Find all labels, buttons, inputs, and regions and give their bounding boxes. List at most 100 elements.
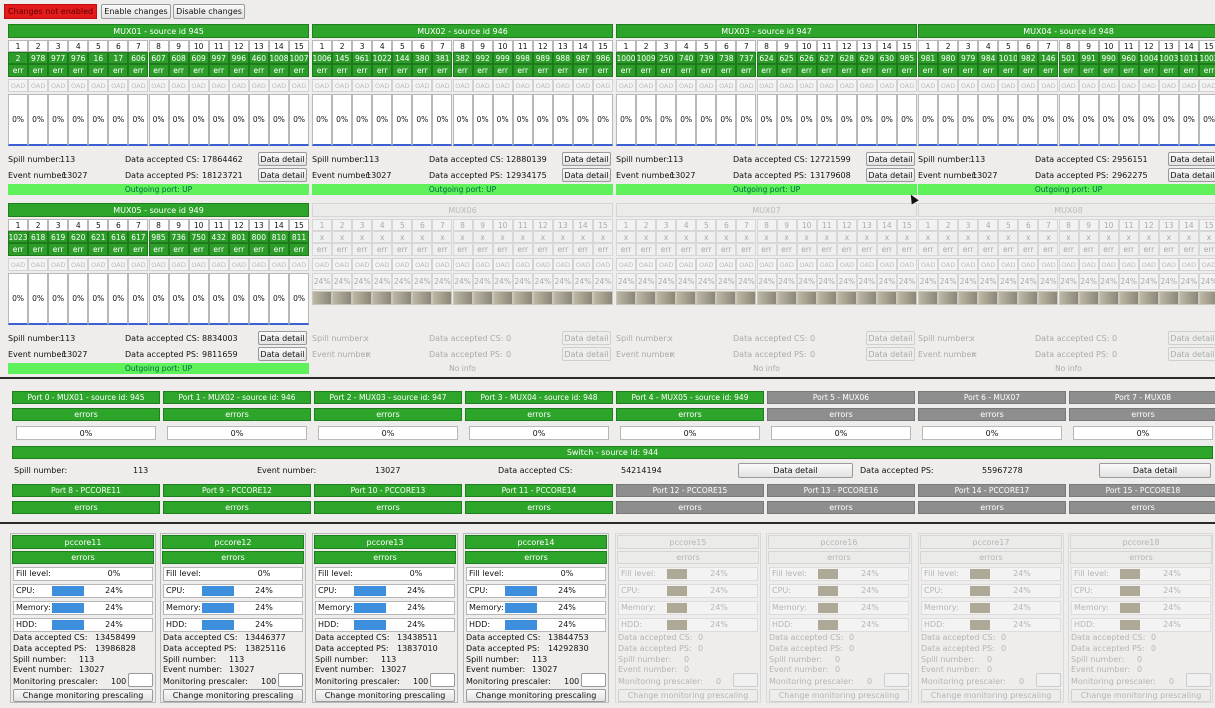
- mux-channel-header: 5: [696, 219, 717, 231]
- pccore-prescaler-label: Monitoring prescaler:: [921, 677, 1006, 686]
- mux-channel-load-percent: 0%: [572, 94, 593, 146]
- mux-data-detail-button[interactable]: Data detail: [1168, 331, 1215, 345]
- pccore-prescaler-input[interactable]: [430, 673, 455, 687]
- mux-channel-source-id: 626: [796, 52, 817, 64]
- mux-channel-load-percent: 24%: [716, 273, 737, 290]
- mux-channel-load-percent: 0%: [289, 94, 310, 146]
- change-monitoring-prescaling-button[interactable]: Change monitoring prescaling: [1071, 689, 1211, 702]
- mux-data-detail-button[interactable]: Data detail: [562, 347, 611, 361]
- pccore-prescaler-input[interactable]: [884, 673, 909, 687]
- mux-channel-load-percent: 0%: [593, 94, 614, 146]
- mux-channel-header: 14: [1178, 219, 1199, 231]
- pccore-ps-value: 0: [698, 644, 704, 653]
- change-monitoring-prescaling-button[interactable]: Change monitoring prescaling: [618, 689, 758, 702]
- pccore-panel: pccore17 errors Fill level: 24% CPU: 24% Memor…: [918, 533, 1064, 703]
- switch-data-detail-button[interactable]: Data detail: [738, 463, 853, 478]
- pccore-spill-label: Spill number:: [769, 655, 823, 664]
- pccore-fill-level-value: 24%: [1163, 569, 1181, 578]
- mux-channel-header: 12: [1138, 219, 1159, 231]
- mux-channel-header: 11: [208, 219, 229, 231]
- mux-data-detail-button[interactable]: Data detail: [258, 347, 307, 361]
- mux-channel-header: 4: [68, 219, 89, 231]
- mux-data-detail-button[interactable]: Data detail: [562, 168, 611, 182]
- mux-data-detail-button[interactable]: Data detail: [1168, 168, 1215, 182]
- mux-data-detail-button[interactable]: Data detail: [866, 152, 915, 166]
- mux-channel-load-label: OAD: [1038, 79, 1059, 92]
- mux-channel-source-id: 981: [918, 52, 939, 64]
- mux-channel-source-id: 998: [512, 52, 533, 64]
- pccore-cpu-bar: [818, 586, 838, 596]
- pccore-prescaler-input[interactable]: [581, 673, 606, 687]
- mux-channel-load-label: OAD: [856, 79, 877, 92]
- mux-data-detail-button[interactable]: Data detail: [562, 331, 611, 345]
- switch-port-title: Port 2 - MUX03 - source id: 947: [314, 391, 462, 404]
- change-monitoring-prescaling-button[interactable]: Change monitoring prescaling: [769, 689, 909, 702]
- mux-channel-error: err: [918, 243, 939, 256]
- pccore-spill-value: 113: [532, 655, 548, 664]
- mux-data-detail-button[interactable]: Data detail: [258, 331, 307, 345]
- switch-cs-label: Data accepted CS:: [498, 466, 573, 475]
- pccore-fill-level-label: Fill level:: [318, 569, 353, 578]
- switch-data-detail-button[interactable]: Data detail: [1099, 463, 1211, 478]
- mux-channel-error: err: [148, 243, 169, 256]
- change-monitoring-prescaling-button[interactable]: Change monitoring prescaling: [315, 689, 455, 702]
- mux-event-value: 13027: [62, 171, 88, 180]
- mux-channel-source-id: 980: [938, 52, 959, 64]
- mux-channel-header: 6: [108, 219, 129, 231]
- change-monitoring-prescaling-button[interactable]: Change monitoring prescaling: [163, 689, 303, 702]
- mux-data-detail-button[interactable]: Data detail: [258, 168, 307, 182]
- mux-channel-error: err: [452, 243, 473, 256]
- mux-channel-header: 15: [289, 219, 310, 231]
- mux-data-detail-button[interactable]: Data detail: [1168, 152, 1215, 166]
- change-monitoring-prescaling-button[interactable]: Change monitoring prescaling: [921, 689, 1061, 702]
- mux-channel-load-label: OAD: [552, 258, 573, 271]
- pccore-ps-label: Data accepted PS:: [315, 644, 389, 653]
- pccore-event-value: 13027: [229, 665, 255, 674]
- mux-channel-error: err: [1018, 243, 1039, 256]
- pccore-cpu-label: CPU:: [772, 586, 791, 595]
- change-monitoring-prescaling-button[interactable]: Change monitoring prescaling: [13, 689, 153, 702]
- mux-channel-header: 13: [552, 40, 573, 52]
- pccore-prescaler-input[interactable]: [1036, 673, 1061, 687]
- mux-channel-error: err: [716, 64, 737, 77]
- enable-changes-button[interactable]: Enable changes: [101, 4, 171, 19]
- mux-channel-source-id: x: [312, 231, 333, 243]
- mux-channel-load-label: OAD: [432, 258, 453, 271]
- mux-data-detail-button[interactable]: Data detail: [866, 331, 915, 345]
- mux-channel-load-label: OAD: [1078, 79, 1099, 92]
- pccore-cs-label: Data accepted CS:: [921, 633, 996, 642]
- mux-title: MUX01 - source id 945: [8, 24, 309, 38]
- mux-data-detail-button[interactable]: Data detail: [866, 347, 915, 361]
- mux-channel-load-label: OAD: [28, 258, 49, 271]
- disable-changes-button[interactable]: Disable changes: [173, 4, 245, 19]
- mux-channel-load-label: OAD: [876, 258, 897, 271]
- pccore-prescaler-input[interactable]: [278, 673, 303, 687]
- mux-channel-header: 5: [88, 40, 109, 52]
- mux-data-detail-button[interactable]: Data detail: [258, 152, 307, 166]
- mux-channel-load-label: OAD: [208, 258, 229, 271]
- mux-channel-error: err: [148, 64, 169, 77]
- pccore-prescaler-input[interactable]: [1186, 673, 1211, 687]
- mux-channel-header: 8: [148, 40, 169, 52]
- mux-channel-source-id: 629: [856, 52, 877, 64]
- pccore-cs-value: 0: [849, 633, 855, 642]
- mux-data-detail-button[interactable]: Data detail: [866, 168, 915, 182]
- pccore-hdd-row: HDD: 24%: [466, 618, 606, 632]
- pccore-memory-row: Memory: 24%: [618, 601, 758, 615]
- mux-channel-load-label: OAD: [1118, 79, 1139, 92]
- mux-data-detail-button[interactable]: Data detail: [1168, 347, 1215, 361]
- mux-channel-load-percent: 0%: [656, 94, 677, 146]
- switch-port-errors: errors: [1069, 501, 1215, 514]
- mux-channel-load-label: OAD: [938, 258, 959, 271]
- mux-data-detail-button[interactable]: Data detail: [562, 152, 611, 166]
- mux-channel-load-percent: 0%: [48, 94, 69, 146]
- mux-channel-load-percent: 0%: [8, 273, 29, 325]
- toolbar: Changes not enabled Enable changes Disab…: [4, 4, 404, 20]
- pccore-prescaler-input[interactable]: [128, 673, 153, 687]
- mux-channel-header: 11: [208, 40, 229, 52]
- change-monitoring-prescaling-button[interactable]: Change monitoring prescaling: [466, 689, 606, 702]
- pccore-prescaler-input[interactable]: [733, 673, 758, 687]
- mux-channel-load-percent: 24%: [998, 273, 1019, 290]
- mux-channel-load-label: OAD: [696, 258, 717, 271]
- mux-spill-value: x: [668, 334, 673, 343]
